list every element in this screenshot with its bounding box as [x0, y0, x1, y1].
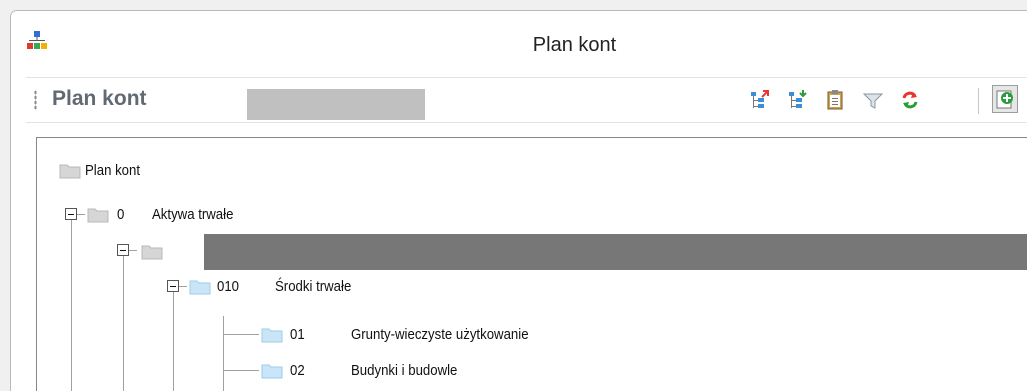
tree-line: [71, 218, 72, 391]
add-account-button[interactable]: [992, 85, 1018, 113]
toolbar-grip[interactable]: [34, 90, 37, 110]
main-window: Plan kont Plan kont Plan kont 0 Aktywa t…: [10, 10, 1027, 391]
tree-import-icon: [789, 90, 807, 108]
folder-icon: [141, 245, 163, 260]
tree-node-code[interactable]: 0: [117, 206, 124, 223]
folder-icon: [189, 280, 211, 295]
folder-icon: [59, 164, 81, 179]
import-tree-button[interactable]: [786, 88, 810, 112]
toolbar-search-field[interactable]: [247, 89, 425, 120]
tree-export-icon: [751, 90, 769, 108]
tree-node-label[interactable]: Grunty-wieczyste użytkowanie: [351, 326, 529, 343]
clipboard-icon: [827, 90, 843, 110]
tree-line: [173, 290, 174, 391]
tree-node-label[interactable]: Środki trwałe: [275, 278, 351, 295]
folder-icon: [261, 364, 283, 379]
add-icon: [996, 90, 1013, 109]
collapse-toggle[interactable]: [167, 280, 179, 292]
filter-button[interactable]: [861, 88, 885, 112]
clipboard-button[interactable]: [823, 88, 847, 112]
tree-line: [123, 254, 124, 391]
toolbar-separator: [978, 88, 979, 114]
folder-icon: [87, 208, 109, 223]
toolbar-title: Plan kont: [52, 87, 147, 110]
tree-line: [223, 334, 259, 335]
tree-node-label[interactable]: Budynki i budowle: [351, 362, 457, 379]
tree-root-label[interactable]: Plan kont: [85, 162, 140, 179]
collapse-toggle[interactable]: [117, 244, 129, 256]
tree-node-code[interactable]: 02: [290, 362, 305, 379]
title-bar: Plan kont: [11, 11, 1027, 75]
tree-node-code[interactable]: 010: [217, 278, 239, 295]
tree-node-label[interactable]: Aktywa trwałe: [152, 206, 233, 223]
folder-icon: [261, 328, 283, 343]
tree-line: [223, 370, 259, 371]
refresh-button[interactable]: [898, 88, 922, 112]
window-title: Plan kont: [532, 34, 617, 56]
filter-icon: [862, 93, 884, 109]
tree-node-code[interactable]: 01: [290, 326, 305, 343]
collapse-toggle[interactable]: [65, 208, 77, 220]
refresh-icon: [902, 91, 918, 109]
tree-line: [223, 316, 224, 391]
toolbar: Plan kont: [26, 77, 1027, 123]
tree-node-code[interactable]: 01: [189, 242, 204, 259]
export-tree-button[interactable]: [748, 88, 772, 112]
account-tree[interactable]: Plan kont 0 Aktywa trwałe 01 010 Środki …: [36, 137, 1027, 391]
selected-row-highlight: [204, 234, 1027, 270]
